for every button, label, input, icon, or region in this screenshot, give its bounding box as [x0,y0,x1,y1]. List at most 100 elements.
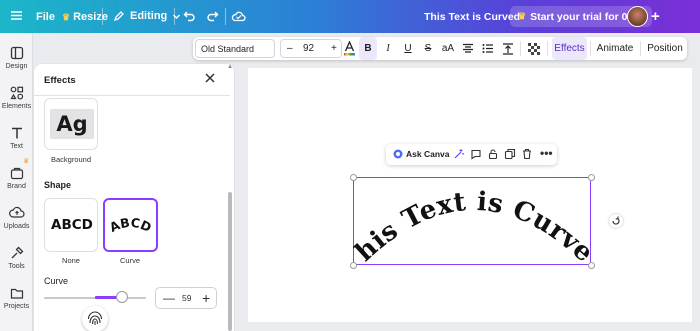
divider [174,8,175,25]
spacing-icon[interactable] [499,37,517,60]
letter-case-button[interactable]: aA [439,37,457,60]
rail-item-brand[interactable]: ♛ Brand [0,158,33,190]
left-rail: Design Elements Text ♛ Brand Uploads Too… [0,33,33,331]
background-effect-card[interactable]: Ag [44,98,98,150]
shape-none-card[interactable]: ABCD [44,198,98,252]
document-title[interactable]: This Text is Curved [424,11,520,23]
canva-ai-icon [393,149,403,159]
undo-icon[interactable] [183,10,196,22]
rail-item-elements[interactable]: Elements [0,85,33,110]
background-preview: Ag [50,109,94,139]
file-menu[interactable]: File [36,11,55,23]
font-size-decrease-button[interactable]: – [287,43,293,54]
elements-icon [9,86,23,100]
curved-text: This Text is Curved [353,177,593,267]
design-icon [10,46,23,60]
add-collaborator-button[interactable]: + [651,8,660,25]
shape-none-preview: ABCD [51,217,93,233]
cloud-save-icon[interactable] [231,10,246,22]
list-icon[interactable] [479,37,497,60]
magic-edit-icon[interactable] [453,148,465,163]
italic-button[interactable]: I [379,37,397,60]
font-size-control: – 92 + [280,39,342,58]
position-button[interactable]: Position [644,37,686,60]
pencil-icon [113,11,124,22]
align-center-icon[interactable] [459,37,477,60]
curved-text-graphic[interactable]: This Text is Curved [353,177,593,267]
brand-icon [10,167,23,180]
font-size-input[interactable]: 92 [303,43,314,54]
curve-slider-knob[interactable] [116,291,128,303]
crown-icon: ♛ [518,11,527,21]
panel-scrollbar[interactable] [228,192,232,331]
text-toolbar: Old Standard – 92 + B I U S aA Effects A… [193,37,687,60]
redo-icon[interactable] [206,10,219,22]
rail-label-projects: Projects [3,303,30,310]
delete-icon[interactable] [521,148,533,163]
curve-decrement-button[interactable]: — [163,291,175,305]
shape-curve-preview: ABCD [107,215,154,235]
more-options-icon[interactable]: ••• [540,146,553,160]
divider [520,41,521,56]
shape-curve-label: Curve [119,256,140,265]
rail-label-design: Design [5,63,28,70]
top-bar: File ♛ Resize Editing This Text is Curve… [0,0,700,33]
rail-item-uploads[interactable]: Uploads [0,205,33,230]
transparency-icon[interactable] [525,37,543,60]
ask-canva-label: Ask Canva [406,149,450,159]
hamburger-icon[interactable] [10,9,23,22]
panel-title: Effects [44,75,76,86]
tools-icon [11,246,23,259]
rail-label-text: Text [10,143,23,150]
rail-label-tools: Tools [8,263,25,270]
divider [640,41,641,56]
curve-stepper: — 59 + [155,287,217,309]
curve-increment-button[interactable]: + [202,290,210,306]
divider [102,8,103,25]
font-family-select[interactable]: Old Standard [195,39,275,58]
rotate-handle[interactable] [609,214,623,228]
rail-item-text[interactable]: Text [0,125,33,150]
text-icon [11,127,22,139]
svg-text:This Text is Curved: This Text is Curved [353,177,593,267]
background-label: Background [50,155,92,164]
divider [34,95,230,96]
svg-text:ABCD: ABCD [107,215,154,235]
font-size-increase-button[interactable]: + [331,43,337,54]
projects-icon [10,288,23,299]
duplicate-icon[interactable] [504,148,516,163]
rail-label-uploads: Uploads [3,223,30,230]
avatar[interactable] [627,6,648,27]
element-action-bar: Ask Canva ••• [386,144,557,165]
editing-label: Editing [130,10,168,22]
uploads-icon [8,206,25,218]
lock-icon[interactable] [487,148,499,163]
rail-label-brand: Brand [7,183,26,190]
animate-button[interactable]: Animate [594,37,636,60]
shape-curve-card[interactable]: ABCD [103,198,158,252]
ask-canva-button[interactable]: Ask Canva [393,149,449,159]
underline-button[interactable]: U [399,37,417,60]
fingerprint-icon[interactable] [82,306,108,331]
close-icon[interactable] [204,71,216,88]
shape-curve-preview-text: ABCD [107,215,154,235]
shape-heading: Shape [44,180,72,190]
effects-button[interactable]: Effects [552,37,587,60]
crown-icon: ♛ [23,158,30,165]
editing-mode-button[interactable]: Editing [113,10,181,22]
divider [225,8,226,25]
divider [590,41,591,56]
bold-button[interactable]: B [359,37,377,60]
scroll-up-icon[interactable]: ▲ [227,64,233,70]
curve-value-input[interactable]: 59 [182,293,191,303]
text-color-icon[interactable] [340,37,358,60]
strikethrough-button[interactable]: S [419,37,437,60]
divider [547,41,548,56]
shape-none-label: None [62,256,80,265]
rail-item-tools[interactable]: Tools [0,245,33,270]
rail-item-projects[interactable]: Projects [0,285,33,310]
rail-label-elements: Elements [1,103,32,110]
crown-icon: ♛ [62,11,71,22]
rail-item-design[interactable]: Design [0,45,33,70]
comment-add-icon[interactable] [470,148,482,163]
